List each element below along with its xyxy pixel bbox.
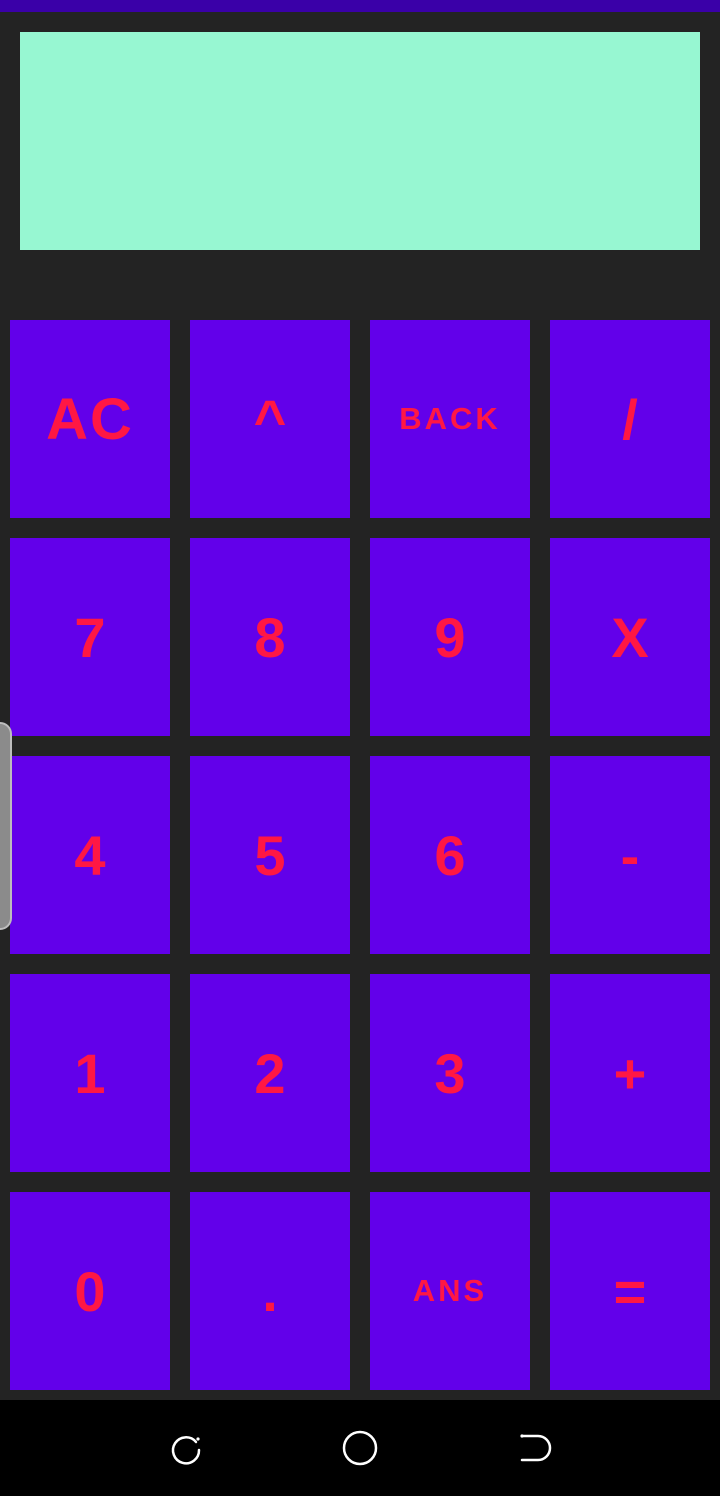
home-button[interactable]: [340, 1428, 380, 1468]
multiply-button[interactable]: X: [550, 538, 710, 736]
calculator-display: [20, 32, 700, 250]
digit-0-button[interactable]: 0: [10, 1192, 170, 1390]
recents-button[interactable]: [166, 1428, 206, 1468]
digit-2-button[interactable]: 2: [190, 974, 350, 1172]
digit-1-button[interactable]: 1: [10, 974, 170, 1172]
navigation-bar: [0, 1400, 720, 1496]
backspace-button[interactable]: BACK: [370, 320, 530, 518]
home-icon: [342, 1430, 378, 1466]
digit-9-button[interactable]: 9: [370, 538, 530, 736]
keypad: AC ^ BACK / 7 8 9 X 4 5 6 - 1 2 3 + 0 . …: [10, 320, 710, 1390]
back-icon: [520, 1434, 552, 1462]
clear-button[interactable]: AC: [10, 320, 170, 518]
recents-icon: [171, 1436, 201, 1465]
power-button[interactable]: ^: [190, 320, 350, 518]
decimal-point-button[interactable]: .: [190, 1192, 350, 1390]
digit-7-button[interactable]: 7: [10, 538, 170, 736]
status-bar: [0, 0, 720, 12]
digit-6-button[interactable]: 6: [370, 756, 530, 954]
digit-3-button[interactable]: 3: [370, 974, 530, 1172]
digit-8-button[interactable]: 8: [190, 538, 350, 736]
equals-button[interactable]: =: [550, 1192, 710, 1390]
digit-5-button[interactable]: 5: [190, 756, 350, 954]
back-button[interactable]: [514, 1428, 554, 1468]
digit-4-button[interactable]: 4: [10, 756, 170, 954]
edge-panel-handle[interactable]: [0, 722, 12, 930]
subtract-button[interactable]: -: [550, 756, 710, 954]
divide-button[interactable]: /: [550, 320, 710, 518]
add-button[interactable]: +: [550, 974, 710, 1172]
answer-button[interactable]: ANS: [370, 1192, 530, 1390]
